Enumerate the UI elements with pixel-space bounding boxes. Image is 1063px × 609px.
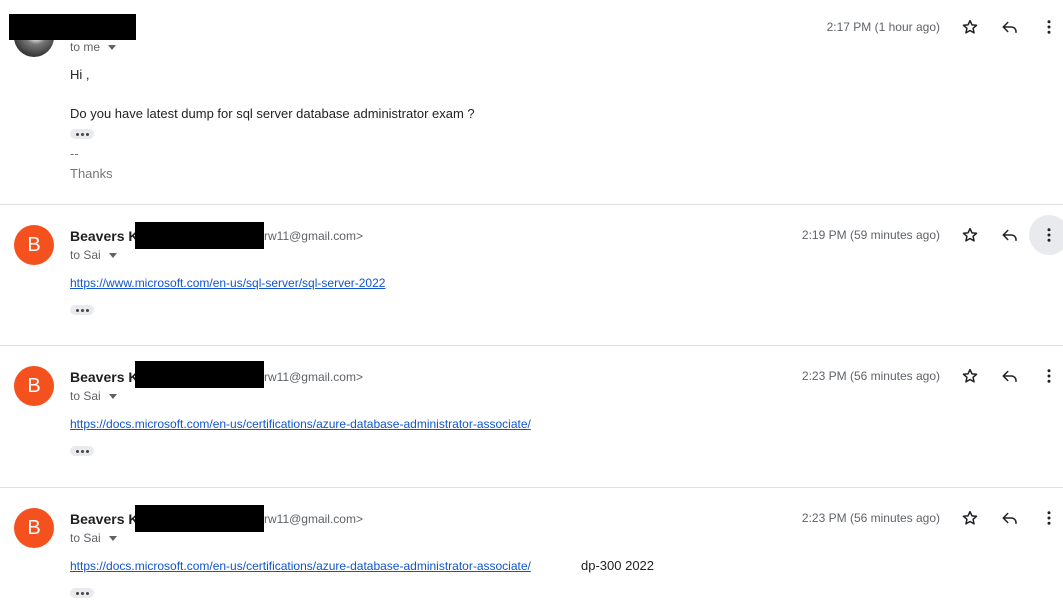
message-link[interactable]: https://docs.microsoft.com/en-us/certifi…	[70, 559, 531, 573]
sender-name[interactable]: Beavers K	[70, 369, 139, 385]
more-options-button[interactable]	[1033, 502, 1063, 534]
star-icon	[962, 227, 978, 242]
redacted-sender	[135, 361, 264, 388]
ellipsis-icon	[75, 308, 79, 312]
ellipsis-icon	[75, 591, 79, 595]
ellipsis-icon	[75, 132, 79, 136]
star-button[interactable]	[954, 360, 986, 392]
chevron-down-icon	[108, 252, 117, 258]
recipient-toggle[interactable]: to me	[70, 40, 117, 54]
more-options-button[interactable]	[1029, 215, 1063, 255]
reply-button[interactable]	[994, 11, 1026, 43]
star-icon	[962, 368, 978, 383]
sender-email: rw11@gmail.com>	[264, 229, 363, 243]
recipient-toggle[interactable]: to Sai	[70, 248, 117, 262]
email-message: to me 2:17 PM (1 hour ago) Hi , Do you h…	[0, 0, 1063, 204]
email-message: B Beavers K rw11@gmail.com> to Sai 2:23 …	[0, 488, 1063, 609]
recipient-label: to Sai	[70, 531, 101, 545]
reply-icon	[1002, 229, 1017, 241]
timestamp: 2:23 PM (56 minutes ago)	[801, 511, 940, 525]
redacted-sender	[9, 14, 136, 40]
recipient-label: to Sai	[70, 389, 101, 403]
more-options-button[interactable]	[1033, 360, 1063, 392]
show-trimmed-content-button[interactable]	[70, 305, 94, 315]
recipient-toggle[interactable]: to Sai	[70, 531, 117, 545]
message-greeting: Hi ,	[70, 67, 90, 82]
reply-button[interactable]	[994, 360, 1026, 392]
show-trimmed-content-button[interactable]	[70, 588, 94, 598]
message-body: Do you have latest dump for sql server d…	[70, 106, 475, 121]
ellipsis-icon	[75, 449, 79, 453]
timestamp: 2:23 PM (56 minutes ago)	[801, 369, 940, 383]
show-trimmed-content-button[interactable]	[70, 129, 94, 139]
star-icon	[962, 19, 978, 34]
reply-icon	[1002, 21, 1017, 33]
email-message: B Beavers K rw11@gmail.com> to Sai 2:19 …	[0, 205, 1063, 345]
star-button[interactable]	[954, 502, 986, 534]
timestamp: 2:17 PM (1 hour ago)	[826, 20, 940, 34]
avatar[interactable]: B	[14, 225, 54, 265]
avatar[interactable]: B	[14, 366, 54, 406]
redacted-sender	[135, 505, 264, 532]
recipient-label: to Sai	[70, 248, 101, 262]
message-link[interactable]: https://www.microsoft.com/en-us/sql-serv…	[70, 276, 385, 290]
more-vert-icon	[1047, 511, 1051, 525]
signature-separator: --	[70, 146, 79, 161]
reply-icon	[1002, 512, 1017, 524]
message-link[interactable]: https://docs.microsoft.com/en-us/certifi…	[70, 417, 531, 431]
star-button[interactable]	[954, 11, 986, 43]
chevron-down-icon	[108, 44, 117, 50]
reply-button[interactable]	[994, 502, 1026, 534]
reply-icon	[1002, 370, 1017, 382]
star-icon	[962, 510, 978, 525]
more-vert-icon	[1047, 228, 1051, 242]
timestamp: 2:19 PM (59 minutes ago)	[801, 228, 940, 242]
more-vert-icon	[1047, 20, 1051, 34]
recipient-toggle[interactable]: to Sai	[70, 389, 117, 403]
sender-name[interactable]: Beavers K	[70, 228, 139, 244]
chevron-down-icon	[108, 393, 117, 399]
redacted-sender	[135, 222, 264, 249]
more-vert-icon	[1047, 369, 1051, 383]
message-extra-text: dp-300 2022	[581, 558, 655, 573]
sender-name[interactable]: Beavers K	[70, 511, 139, 527]
star-button[interactable]	[954, 219, 986, 251]
recipient-label: to me	[70, 40, 101, 54]
more-options-button[interactable]	[1033, 11, 1063, 43]
sender-email: rw11@gmail.com>	[264, 370, 363, 384]
reply-button[interactable]	[994, 219, 1026, 251]
chevron-down-icon	[108, 535, 117, 541]
signature: Thanks	[70, 166, 113, 181]
avatar[interactable]: B	[14, 508, 54, 548]
show-trimmed-content-button[interactable]	[70, 446, 94, 456]
sender-email: rw11@gmail.com>	[264, 512, 363, 526]
email-message: B Beavers K rw11@gmail.com> to Sai 2:23 …	[0, 346, 1063, 487]
